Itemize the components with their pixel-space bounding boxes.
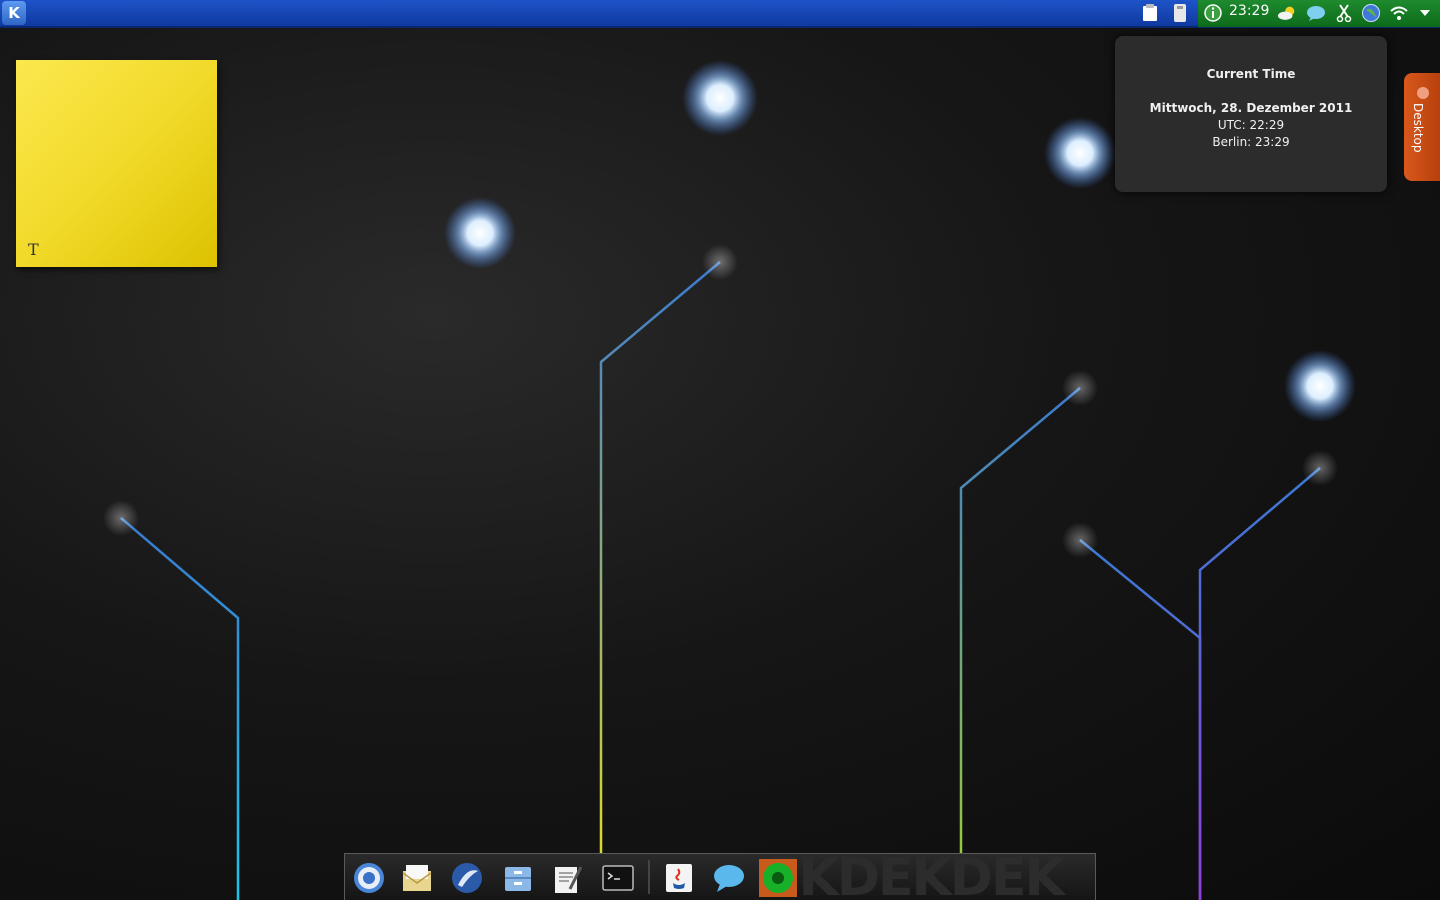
text-format-button[interactable]: T [28,240,39,259]
clock-tooltip: Current Time Mittwoch, 28. Dezember 2011… [1115,36,1387,192]
desktop-toolbox-button[interactable]: Desktop [1404,73,1440,181]
toolbox-icon [1417,87,1429,99]
java-icon[interactable] [660,859,698,897]
dock-separator [648,860,650,894]
chat-bubble-icon[interactable] [1306,3,1326,23]
file-manager-icon[interactable] [499,859,537,897]
expand-arrow-icon[interactable] [1415,3,1435,23]
kde-logo-icon: K [8,4,20,22]
tooltip-utc-time: UTC: 22:29 [1217,118,1285,132]
tooltip-berlin-time: Berlin: 23:29 [1212,135,1290,149]
green-app-icon[interactable] [759,859,797,897]
panel-clock[interactable]: 23:29 [1229,3,1269,19]
kde-application-launcher[interactable]: K [2,1,26,25]
mail-icon[interactable] [398,859,436,897]
dock-panel: EKDEKDEK [344,853,1096,900]
clipboard-icon[interactable] [1140,3,1160,23]
network-globe-icon[interactable] [1361,3,1381,23]
chromium-icon[interactable] [350,859,388,897]
chat-icon[interactable] [710,859,748,897]
info-icon[interactable] [1203,3,1223,23]
terminal-icon[interactable] [599,859,637,897]
device-notifier-icon[interactable] [1170,3,1190,23]
weather-icon[interactable] [1277,3,1297,23]
wifi-icon[interactable] [1389,3,1409,23]
tooltip-date: Mittwoch, 28. Dezember 2011 [1149,101,1353,115]
top-panel: K 23:29 [0,0,1440,28]
tooltip-title: Current Time [1206,67,1296,81]
scissors-icon[interactable] [1334,3,1354,23]
desktop-toolbox-label: Desktop [1411,103,1425,153]
thunderbird-icon[interactable] [448,859,486,897]
text-editor-icon[interactable] [548,859,586,897]
dock-watermark: EKDEKDEK [765,853,1065,900]
sticky-note-widget[interactable]: T [16,60,217,267]
